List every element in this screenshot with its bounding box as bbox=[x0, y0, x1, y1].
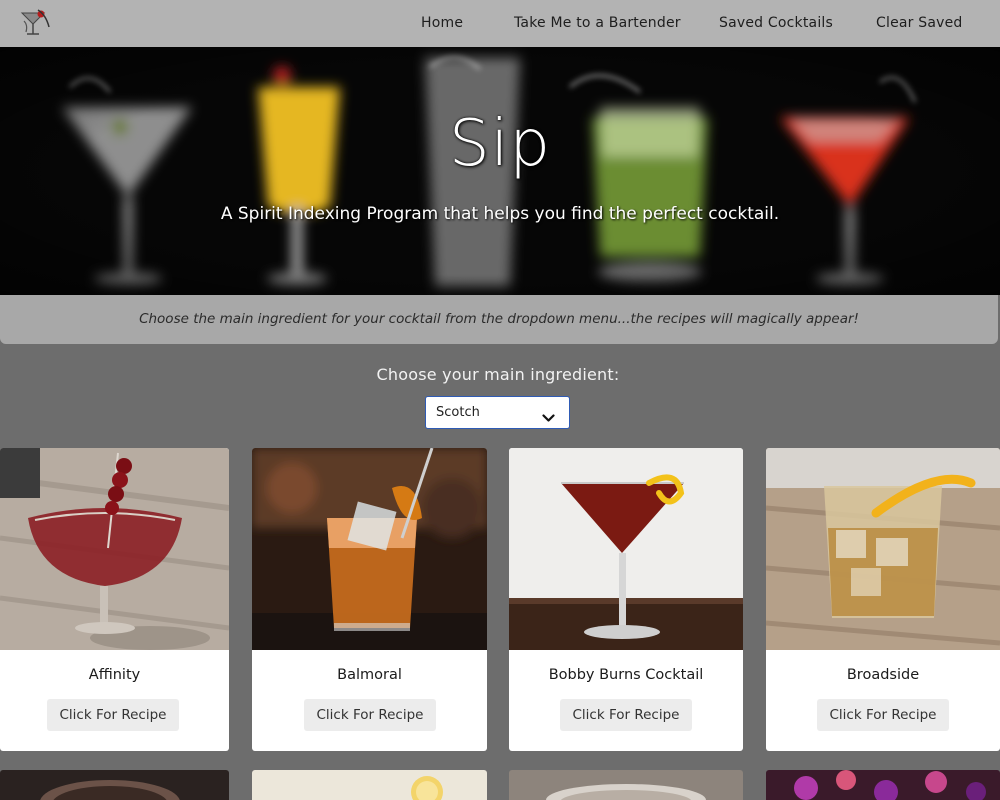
cocktail-card bbox=[766, 770, 1000, 800]
navbar: Home Take Me to a Bartender Saved Cockta… bbox=[0, 0, 1000, 47]
cocktail-image bbox=[252, 448, 487, 650]
hero-banner: Sip A Spirit Indexing Program that helps… bbox=[0, 47, 1000, 295]
cocktail-image bbox=[766, 448, 1000, 650]
cocktail-card bbox=[252, 770, 487, 800]
ingredient-label: Choose your main ingredient: bbox=[376, 365, 620, 384]
cocktail-image bbox=[0, 770, 229, 800]
cocktail-card: Affinity Click For Recipe bbox=[0, 448, 229, 751]
hero-tagline: A Spirit Indexing Program that helps you… bbox=[220, 204, 780, 224]
cocktail-card bbox=[0, 770, 229, 800]
nav-saved-cocktails-link[interactable]: Saved Cocktails bbox=[719, 15, 833, 31]
cocktail-card bbox=[509, 770, 743, 800]
cocktail-image bbox=[766, 770, 1000, 800]
cocktail-name: Broadside bbox=[846, 667, 920, 683]
recipe-button[interactable]: Click For Recipe bbox=[47, 699, 179, 731]
cocktail-name: Balmoral bbox=[337, 667, 402, 683]
cocktail-image bbox=[509, 770, 743, 800]
nav-bartender-link[interactable]: Take Me to a Bartender bbox=[514, 15, 681, 31]
info-bar: Choose the main ingredient for your cock… bbox=[0, 295, 998, 344]
nav-home-link[interactable]: Home bbox=[421, 15, 463, 31]
ingredient-select[interactable]: Scotch bbox=[425, 396, 570, 429]
cocktail-card: Balmoral Click For Recipe bbox=[252, 448, 487, 751]
cocktail-image bbox=[252, 770, 487, 800]
cocktail-card: Broadside Click For Recipe bbox=[766, 448, 1000, 751]
recipe-button[interactable]: Click For Recipe bbox=[560, 699, 692, 731]
nav-clear-saved-link[interactable]: Clear Saved bbox=[876, 15, 963, 31]
recipe-button[interactable]: Click For Recipe bbox=[304, 699, 436, 731]
ingredient-select-value: Scotch bbox=[436, 405, 480, 420]
cocktail-logo-icon[interactable] bbox=[16, 7, 54, 39]
recipe-button[interactable]: Click For Recipe bbox=[817, 699, 949, 731]
hero-title: Sip bbox=[448, 107, 552, 181]
cocktail-image bbox=[509, 448, 743, 650]
instructions-text: Choose the main ingredient for your cock… bbox=[139, 311, 859, 327]
cocktail-image bbox=[0, 448, 229, 650]
cocktail-name: Affinity bbox=[88, 667, 141, 683]
chevron-down-icon bbox=[542, 408, 555, 427]
cocktail-card: Bobby Burns Cocktail Click For Recipe bbox=[509, 448, 743, 751]
cocktail-name: Bobby Burns Cocktail bbox=[548, 667, 704, 683]
